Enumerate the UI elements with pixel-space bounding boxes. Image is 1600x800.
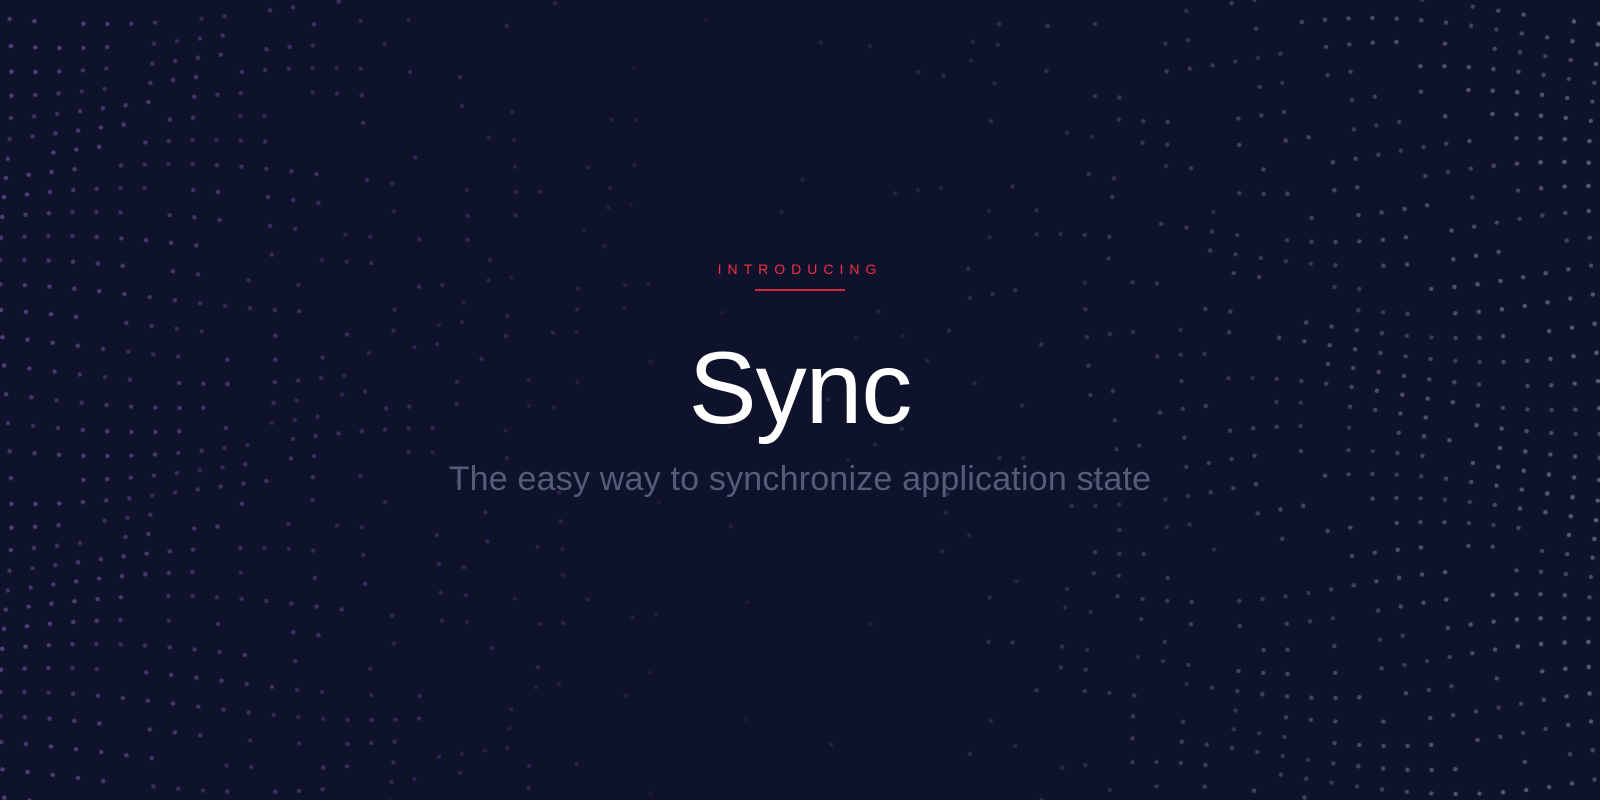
eyebrow-label: INTRODUCING (718, 261, 883, 291)
hero-banner: INTRODUCING Sync The easy way to synchro… (0, 0, 1600, 800)
hero-subtitle: The easy way to synchronize application … (449, 460, 1152, 499)
hero-title: Sync (689, 335, 912, 442)
hero-content: INTRODUCING Sync The easy way to synchro… (0, 0, 1600, 780)
